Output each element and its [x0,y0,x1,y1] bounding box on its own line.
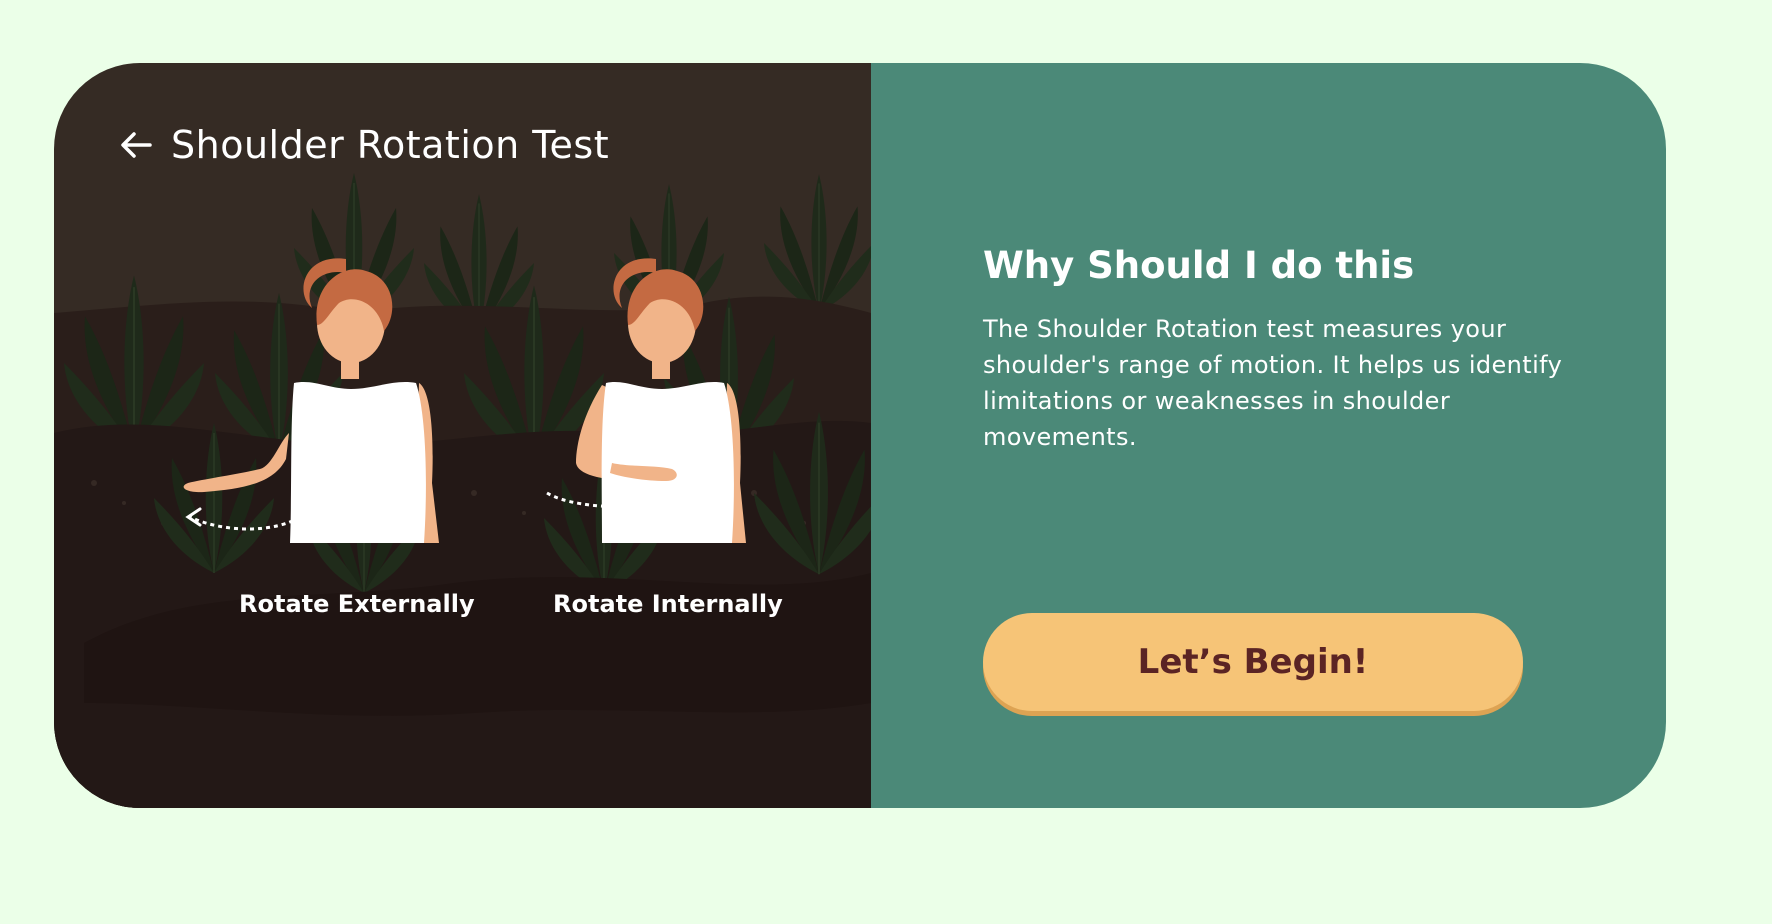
info-panel: Why Should I do this The Shoulder Rotati… [871,63,1666,808]
why-heading: Why Should I do this [983,244,1415,287]
plant [764,173,871,313]
page-title: Shoulder Rotation Test [171,123,610,167]
test-intro-card: Shoulder Rotation Test Rotate Externally… [54,63,1666,808]
label-rotate-internally: Rotate Internally [553,590,783,618]
illustration-panel: Shoulder Rotation Test Rotate Externally… [54,63,871,808]
label-rotate-externally: Rotate Externally [239,590,475,618]
begin-button[interactable]: Let’s Begin! [983,613,1523,711]
why-description: The Shoulder Rotation test measures your… [983,315,1563,451]
back-arrow-icon[interactable] [116,125,156,165]
